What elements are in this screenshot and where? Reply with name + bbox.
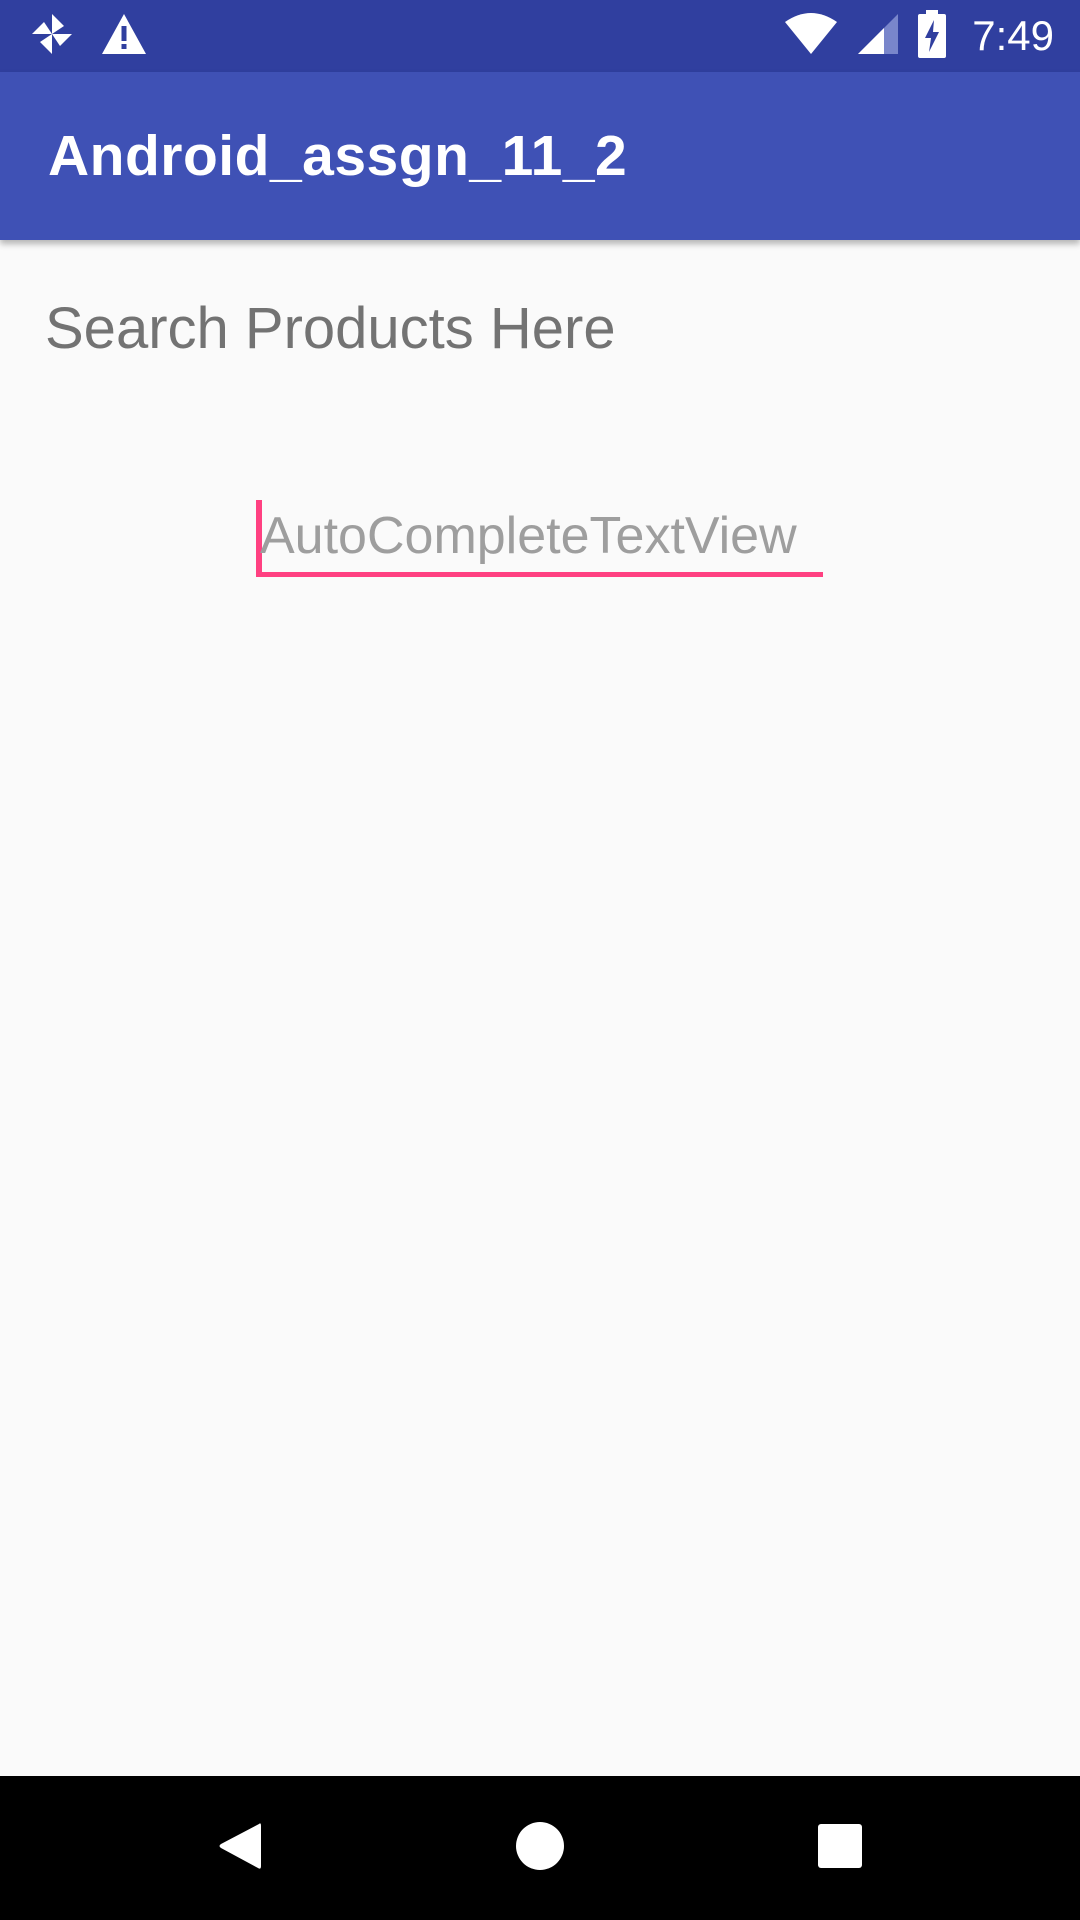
status-bar: 7:49 (0, 0, 1080, 72)
pinwheel-icon (30, 12, 74, 61)
status-right-icons: 7:49 (784, 9, 1054, 63)
search-heading: Search Products Here (45, 296, 616, 361)
cell-signal-icon (856, 12, 900, 61)
main-content: Search Products Here (0, 240, 1080, 1776)
battery-charging-icon (918, 9, 947, 63)
back-button[interactable] (204, 1812, 276, 1884)
app-bar: Android_assgn_11_2 (0, 72, 1080, 240)
autocomplete-input[interactable] (260, 500, 820, 572)
back-icon (215, 1820, 265, 1877)
recents-button[interactable] (804, 1812, 876, 1884)
recents-icon (817, 1823, 863, 1874)
app-title: Android_assgn_11_2 (48, 124, 628, 188)
autocomplete-field[interactable] (256, 500, 823, 577)
status-time: 7:49 (972, 12, 1054, 59)
navigation-bar (0, 1776, 1080, 1920)
home-icon (515, 1821, 565, 1876)
wifi-icon (784, 12, 838, 61)
status-left-icons (30, 12, 148, 60)
warning-icon (100, 12, 148, 61)
home-button[interactable] (504, 1812, 576, 1884)
